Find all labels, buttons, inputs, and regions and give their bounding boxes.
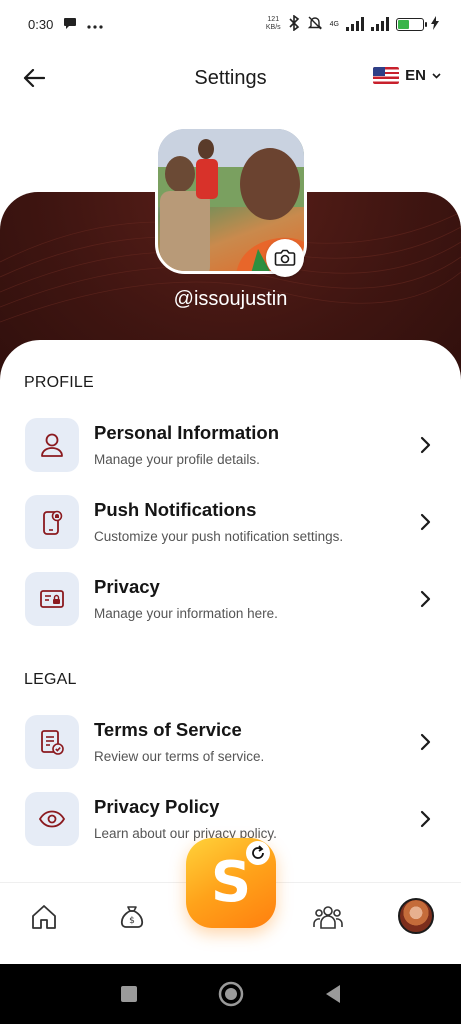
recent-apps-button[interactable] [120,985,138,1003]
item-title: Privacy [94,576,160,597]
nav-money[interactable]: $ [112,897,152,937]
policy-icon-box [25,792,79,846]
refresh-button[interactable] [246,841,270,865]
nav-profile-avatar[interactable] [398,898,434,934]
bell-off-icon [307,15,323,34]
home-system-button[interactable] [218,981,244,1007]
change-photo-button[interactable] [266,239,304,277]
id-card-lock-icon [40,590,64,608]
header: Settings EN [0,52,461,104]
terms-icon-box [25,715,79,769]
nav-home[interactable] [24,897,64,937]
section-title-profile: PROFILE [24,374,94,391]
terms-of-service-item[interactable]: Terms of Service Review our terms of ser… [0,715,461,781]
status-time: 0:30 [28,16,54,32]
language-selector[interactable]: EN [373,67,441,84]
net-speed: 121 KB/s [266,16,281,32]
refresh-icon [252,845,264,859]
item-title: Terms of Service [94,719,242,740]
back-button[interactable] [20,64,48,92]
section-title-legal: LEGAL [24,671,77,688]
status-right: 121 KB/s 4G [266,13,439,34]
eye-icon [38,810,66,828]
nav-community[interactable] [308,897,348,937]
signal-icon-2 [371,17,389,31]
chevron-right-icon [417,588,433,610]
money-bag-icon: $ [120,906,144,928]
privacy-icon-box [25,572,79,626]
us-flag-icon [373,67,400,84]
arrow-left-icon [23,69,45,87]
home-icon [32,905,56,929]
push-icon-box [25,495,79,549]
chevron-right-icon [417,731,433,753]
item-title: Personal Information [94,422,280,443]
system-navigation-bar [0,964,461,1024]
item-subtitle: Customize your push notification setting… [94,529,344,544]
more-dots-icon [87,17,103,32]
group-icon [313,906,343,929]
circle-icon [218,981,243,1007]
triangle-back-icon [325,985,340,1003]
net-speed-unit: KB/s [265,24,281,31]
net-speed-value: 121 [267,16,280,23]
settings-sheet: PROFILE Personal Information Manage your… [0,340,461,900]
chevron-right-icon [417,808,433,830]
svg-text:$: $ [129,916,135,926]
chevron-down-icon [432,72,441,79]
signal-icon [346,17,364,31]
app-logo: S [210,850,252,915]
back-system-button[interactable] [324,984,342,1004]
personal-information-item[interactable]: Personal Information Manage your profile… [0,418,461,484]
item-title: Privacy Policy [94,796,220,817]
item-subtitle: Manage your information here. [94,606,278,621]
privacy-item[interactable]: Privacy Manage your information here. [0,572,461,638]
battery-icon [396,17,427,31]
language-label: EN [405,67,426,84]
personal-icon-box [25,418,79,472]
item-subtitle: Review our terms of service. [94,749,265,764]
chevron-right-icon [417,511,433,533]
document-check-icon [41,730,64,755]
chevron-right-icon [417,434,433,456]
charging-icon [431,15,439,33]
item-title: Push Notifications [94,499,257,520]
status-left: 0:30 [28,16,103,33]
user-icon [41,433,63,457]
camera-icon [274,249,296,266]
status-bar: 0:30 121 KB/s 4G [0,0,461,48]
bluetooth-icon [288,13,300,34]
network-type: 4G [329,20,339,28]
chat-bubble-icon [63,16,77,33]
phone-bell-icon [43,510,63,535]
username: @issoujustin [173,288,288,310]
item-subtitle: Manage your profile details. [94,452,260,467]
push-notifications-item[interactable]: Push Notifications Customize your push n… [0,495,461,561]
square-icon [120,986,137,1002]
